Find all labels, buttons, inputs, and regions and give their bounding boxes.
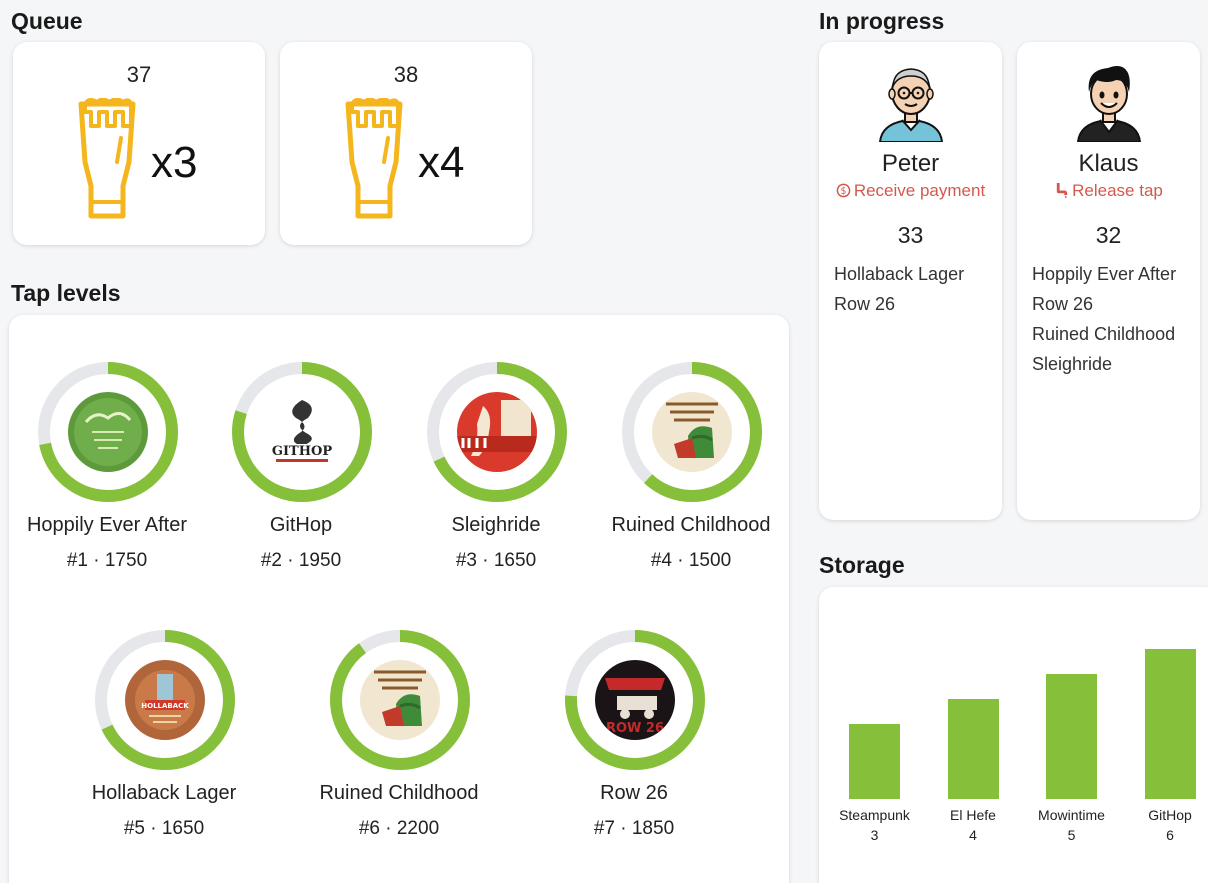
order-number: 37 (126, 62, 152, 87)
order-item: Hoppily Ever After (1032, 264, 1177, 284)
beer-logo-image (652, 392, 732, 472)
value-label: 4 (969, 827, 977, 843)
svg-text:ROW 26: ROW 26 (606, 721, 664, 736)
category-label: El Hefe (950, 807, 996, 823)
dollar-circle-icon: $ (836, 183, 851, 198)
avatar (878, 68, 943, 142)
svg-text:HOLLABACK: HOLLABACK (141, 702, 189, 710)
tap-name: Sleighride (451, 514, 541, 536)
value-label: 3 (870, 827, 879, 843)
order-quantity: x3 (151, 138, 198, 187)
tap-item[interactable]: Hoppily Ever After #1 · 1750 (12, 360, 202, 590)
action-label: Receive payment (853, 181, 986, 200)
tap-number-volume: #5 · 1650 (123, 818, 205, 839)
tap-number-volume: #4 · 1500 (650, 550, 732, 571)
beer-logo-image (360, 660, 440, 740)
tap-item[interactable]: ROW 26 Row 26 #7 · 1850 (539, 628, 729, 858)
category-label: Steampunk (839, 807, 910, 823)
value-label: 6 (1166, 827, 1174, 843)
in-progress-order-card[interactable]: Peter $ Receive payment 33 Hollaback Lag… (819, 42, 1002, 520)
beer-logo-image (457, 392, 537, 472)
in-progress-title: In progress (819, 8, 945, 34)
tap-name: Row 26 (600, 782, 668, 804)
tap-item[interactable]: Ruined Childhood #4 · 1500 (596, 360, 786, 590)
tap-icon (1056, 182, 1068, 198)
category-label: GitHop (1148, 807, 1192, 823)
bar-mowintime (1046, 674, 1097, 799)
queue-order-card[interactable]: 38 x4 (280, 42, 532, 245)
tap-item[interactable]: Sleighride #3 · 1650 (401, 360, 591, 590)
tap-name: Ruined Childhood (319, 782, 479, 804)
category-label: Mowintime (1038, 807, 1105, 823)
order-number: 33 (897, 222, 924, 248)
tap-name: Hollaback Lager (91, 782, 237, 804)
bar-label-githop: GitHop 6 (1115, 805, 1208, 845)
svg-text:$: $ (840, 186, 846, 197)
beer-logo-image: HOLLABACK (125, 660, 205, 740)
bar-label-mowintime: Mowintime 5 (1017, 805, 1127, 845)
bar-el-hefe (947, 699, 999, 799)
queue-title: Queue (11, 8, 83, 34)
tap-number-volume: #2 · 1950 (260, 550, 342, 571)
tap-number-volume: #7 · 1850 (593, 818, 675, 839)
bar-label-steampunk: Steampunk 3 (820, 805, 930, 845)
order-item: Ruined Childhood (1032, 324, 1176, 344)
order-items: Hollaback Lager Row 26 (834, 259, 964, 319)
bar-label-el-hefe: El Hefe 4 (918, 805, 1028, 845)
bar-githop (1144, 649, 1196, 799)
tap-number-volume: #1 · 1750 (66, 550, 148, 571)
tap-item[interactable]: Ruined Childhood #6 · 2200 (304, 628, 494, 858)
tap-number-volume: #3 · 1650 (455, 550, 537, 571)
tap-item[interactable]: GITHOP GitHop #2 · 1950 (206, 360, 396, 590)
order-item: Row 26 (1032, 294, 1094, 314)
tap-name: Hoppily Ever After (26, 514, 188, 536)
tap-name: GitHop (269, 514, 333, 536)
value-label: 5 (1067, 827, 1076, 843)
storage-chart: Steampunk 3 El Hefe 4 Mowintime 5 GitHop… (819, 587, 1208, 883)
beer-glass-icon (78, 98, 136, 219)
tap-item[interactable]: HOLLABACK Hollaback Lager #5 · 1650 (69, 628, 259, 858)
svg-text:GITHOP: GITHOP (272, 444, 332, 459)
customer-name: Peter (881, 150, 940, 177)
queue-order-card[interactable]: 37 x3 (13, 42, 265, 245)
order-item: Hollaback Lager (834, 264, 965, 284)
tap-levels-panel: Hoppily Ever After #1 · 1750 GITHOP GitH… (9, 315, 789, 883)
order-number: 32 (1095, 222, 1122, 248)
bar-steampunk (849, 724, 900, 799)
in-progress-order-card[interactable]: Klaus Release tap 32 Hoppily Ever After … (1017, 42, 1200, 520)
order-quantity: x4 (418, 138, 465, 187)
avatar (1076, 66, 1141, 142)
order-item: Sleighride (1032, 354, 1113, 374)
tap-number-volume: #6 · 2200 (358, 818, 440, 839)
beer-glass-icon (345, 98, 403, 219)
order-items: Hoppily Ever After Row 26 Ruined Childho… (1032, 259, 1176, 379)
receive-payment-button[interactable]: $ Receive payment (819, 181, 1002, 201)
beer-logo-image: ROW 26 (595, 660, 675, 740)
action-label: Release tap (1072, 181, 1163, 200)
order-number: 38 (393, 62, 419, 87)
tap-levels-title: Tap levels (11, 280, 121, 306)
release-tap-button[interactable]: Release tap (1017, 181, 1200, 201)
order-item: Row 26 (834, 294, 896, 314)
storage-title: Storage (819, 552, 905, 578)
beer-logo-image: GITHOP (262, 392, 342, 472)
beer-logo-image (68, 392, 148, 472)
customer-name: Klaus (1078, 150, 1139, 177)
tap-name: Ruined Childhood (611, 514, 771, 536)
